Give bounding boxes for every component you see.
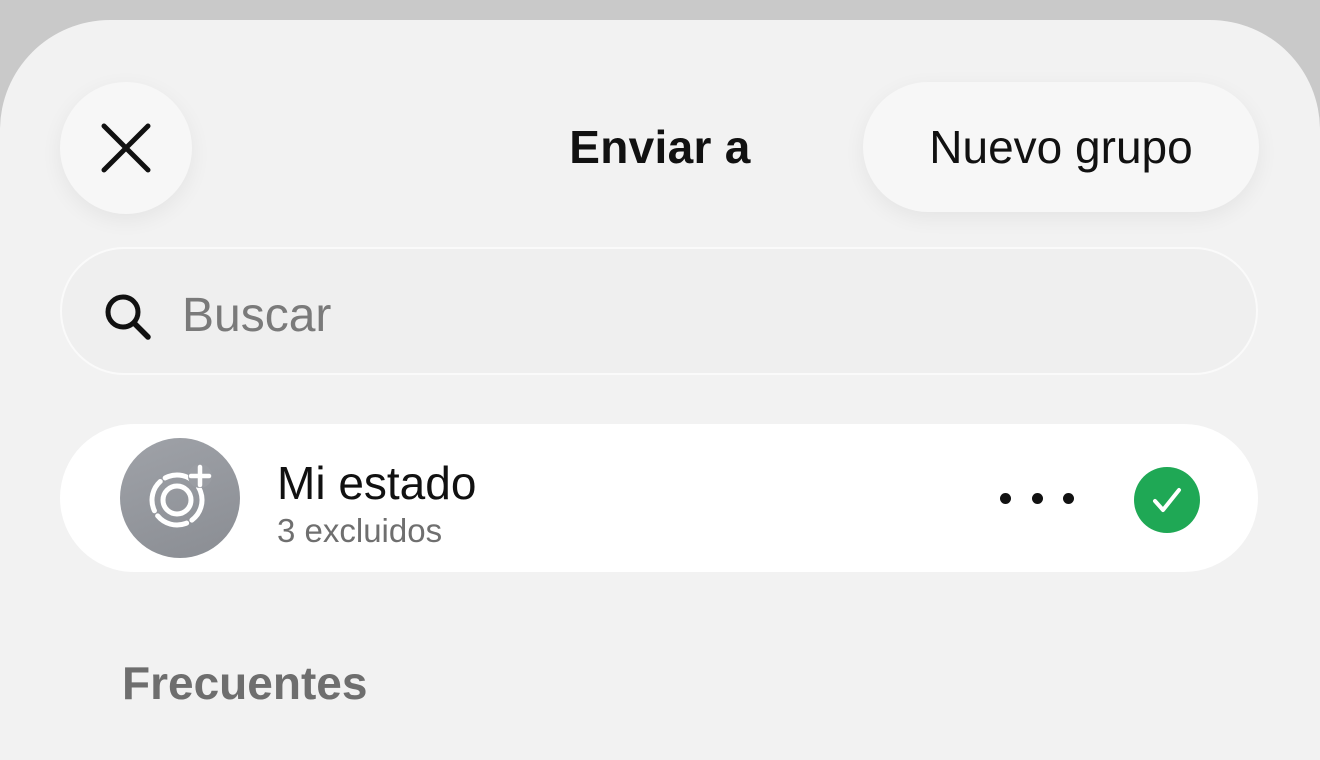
dot: [1031, 492, 1043, 504]
ellipsis-icon[interactable]: [1000, 478, 1074, 518]
status-add-icon: [149, 464, 212, 528]
send-to-sheet: Enviar a Nuevo grupo Mi estado 3 excluid…: [0, 20, 1320, 760]
search-icon: [105, 294, 151, 340]
close-button[interactable]: [60, 82, 192, 214]
page-title: Enviar a: [569, 121, 751, 173]
status-subtitle: 3 excluidos: [277, 512, 443, 549]
new-group-button[interactable]: Nuevo grupo: [863, 82, 1259, 212]
search-input[interactable]: [180, 279, 1204, 351]
check-icon: [1153, 488, 1181, 512]
status-name: Mi estado: [277, 457, 477, 509]
dot: [1000, 492, 1011, 504]
my-status-row[interactable]: Mi estado 3 excluidos: [60, 424, 1258, 572]
selected-checkmark[interactable]: [1134, 467, 1200, 533]
dot: [1063, 492, 1074, 504]
avatar: [120, 438, 240, 558]
search-bar[interactable]: [60, 247, 1258, 375]
close-icon: [101, 123, 151, 173]
section-header-frequent: Frecuentes: [122, 657, 368, 709]
